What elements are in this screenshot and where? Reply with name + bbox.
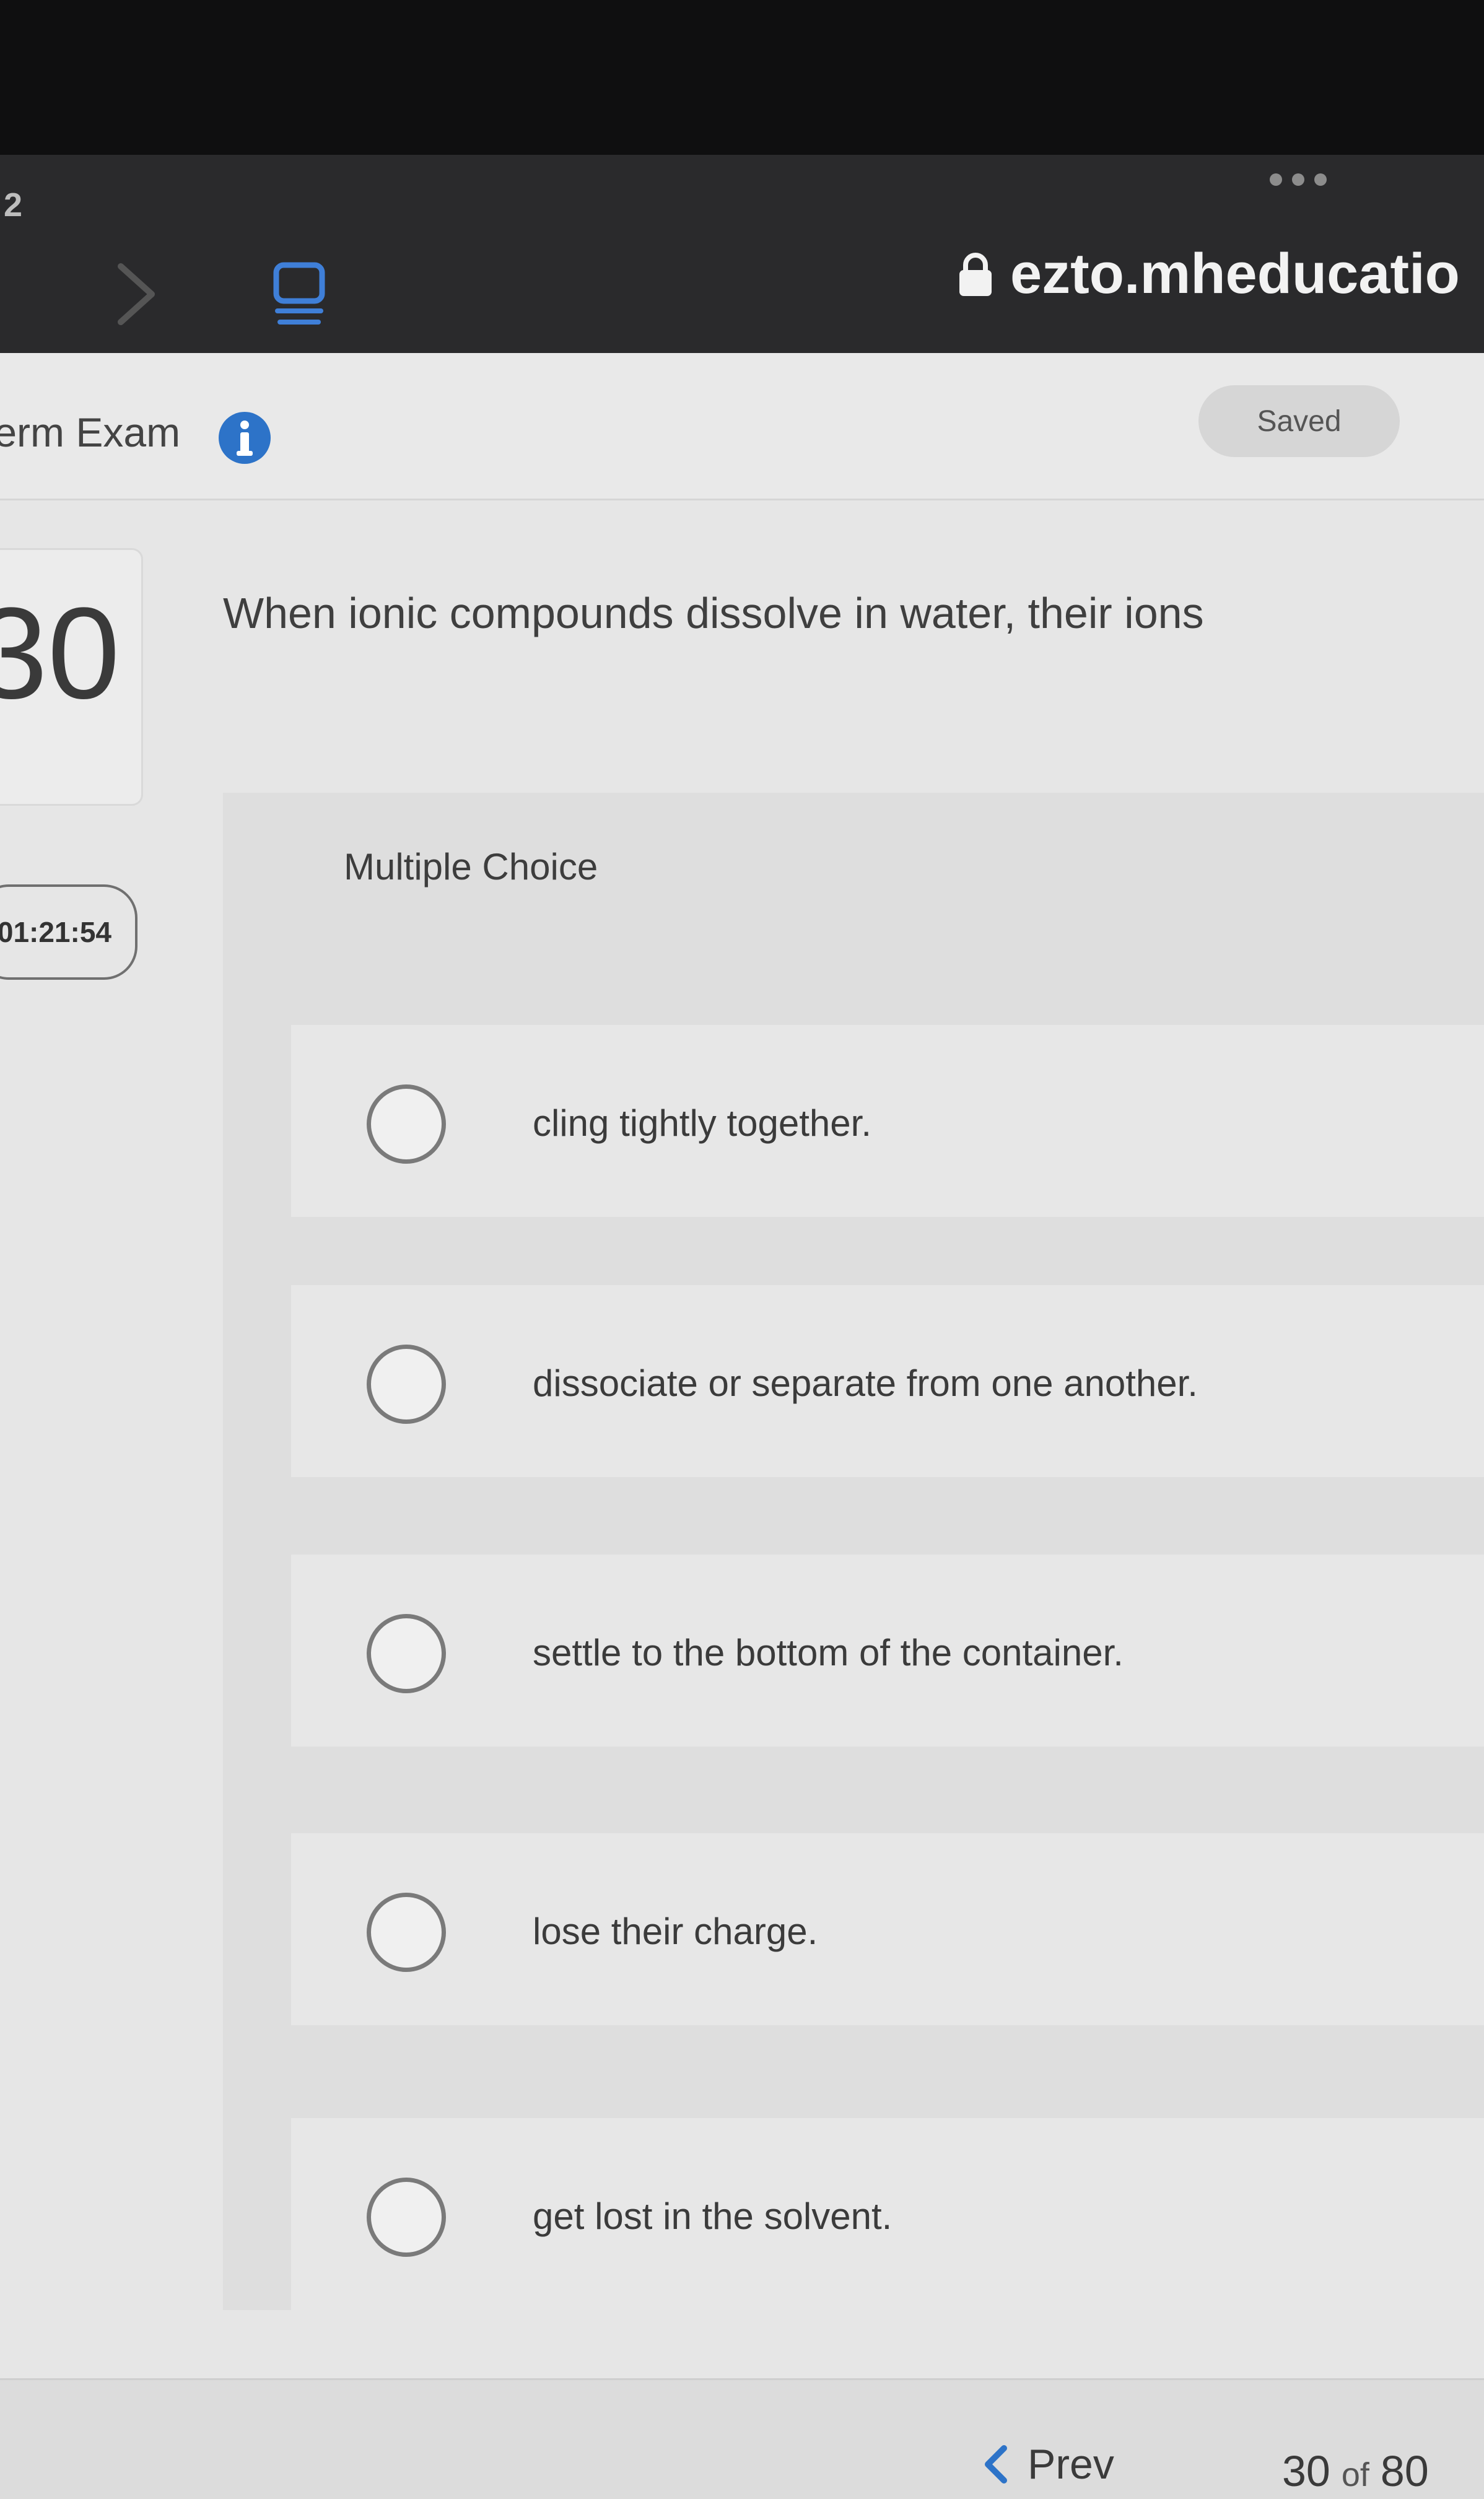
question-type-label: Multiple Choice [344,846,598,888]
radio-button[interactable] [367,2178,446,2257]
prev-label: Prev [1028,2441,1114,2488]
answer-option-label: settle to the bottom of the container. [533,1632,1124,1673]
saved-status-badge: Saved [1198,385,1400,457]
forward-arrow-icon[interactable] [115,260,158,328]
answer-option[interactable]: lose their charge. [291,1833,1484,2025]
answer-option-label: cling tightly together. [533,1102,872,1144]
question-number: 30 [0,580,120,726]
radio-button[interactable] [367,1893,446,1972]
question-pager[interactable]: 30 of 80 [1282,2446,1429,2496]
answer-option-label: dissociate or separate from one another. [533,1363,1198,1404]
answer-option[interactable]: get lost in the solvent. [291,2118,1484,2310]
exam-timer[interactable]: 01:21:54 [0,884,137,980]
pager-of-label: of [1341,2456,1369,2493]
answer-option[interactable]: dissociate or separate from one another. [291,1285,1484,1477]
exam-title: term Exam [0,409,181,455]
radio-button[interactable] [367,1084,446,1164]
answer-option-label: get lost in the solvent. [533,2196,893,2237]
more-options-icon[interactable] [1270,173,1327,186]
answer-option-label: lose their charge. [533,1911,818,1952]
prev-button[interactable]: Prev [982,2440,1114,2488]
question-prompt: When ionic compounds dissolve in water, … [223,589,1204,637]
tab-count[interactable]: 2 [4,186,22,224]
total-questions: 80 [1380,2447,1429,2495]
info-icon[interactable] [217,410,273,466]
device-bezel [0,0,1484,155]
answer-option[interactable]: cling tightly together. [291,1025,1484,1217]
lock-icon [959,252,992,296]
radio-button[interactable] [367,1614,446,1693]
answer-option[interactable]: settle to the bottom of the container. [291,1555,1484,1747]
address-bar[interactable]: ezto.mheducatio [957,242,1460,307]
current-question: 30 [1282,2447,1330,2495]
answer-panel [223,793,1484,2310]
chevron-left-icon [985,2445,1007,2484]
tabs-icon[interactable] [271,260,327,328]
navigation-footer [0,2378,1484,2499]
radio-button[interactable] [367,1345,446,1424]
url-text: ezto.mheducatio [1010,242,1460,305]
